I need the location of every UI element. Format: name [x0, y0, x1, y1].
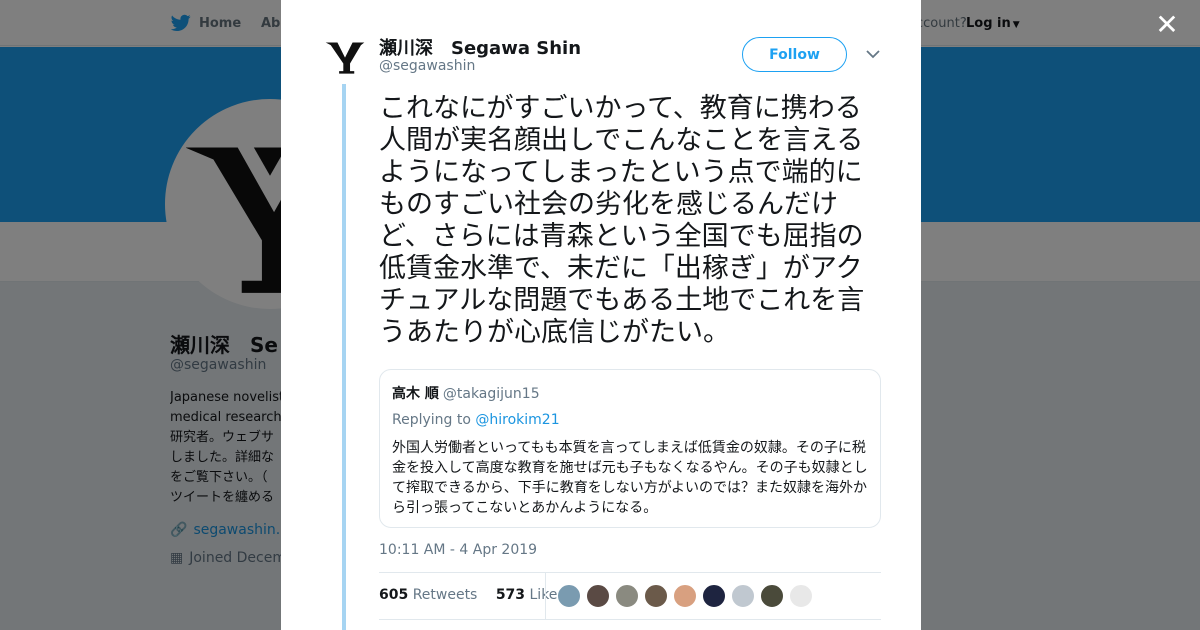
author-handle[interactable]: @segawashin	[379, 58, 475, 74]
replying-to: Replying to @hirokim21	[392, 412, 868, 428]
replying-to-prefix: Replying to	[392, 412, 471, 428]
liker-avatar[interactable]	[789, 584, 813, 608]
author-avatar[interactable]	[324, 35, 366, 77]
divider	[379, 619, 881, 620]
author-name[interactable]: 瀬川深 Segawa Shin	[379, 34, 581, 60]
liker-avatar[interactable]	[673, 584, 697, 608]
tweet-stats: 605 Retweets 573 Likes	[379, 587, 579, 603]
divider	[379, 572, 881, 573]
quoted-author-name: 高木 順	[392, 386, 439, 402]
retweet-label[interactable]: Retweets	[413, 587, 478, 603]
quoted-author-handle: @takagijun15	[442, 386, 540, 402]
divider	[545, 573, 546, 619]
quoted-tweet[interactable]: 高木 順 @takagijun15 Replying to @hirokim21 …	[379, 369, 881, 528]
liker-avatar[interactable]	[760, 584, 784, 608]
like-count[interactable]: 573	[496, 587, 525, 603]
close-icon[interactable]: ✕	[1154, 11, 1180, 39]
liker-avatar[interactable]	[644, 584, 668, 608]
follow-button[interactable]: Follow	[742, 37, 847, 72]
liker-avatar[interactable]	[586, 584, 610, 608]
thread-line	[342, 84, 346, 630]
liker-avatar[interactable]	[557, 584, 581, 608]
tweet-timestamp[interactable]: 10:11 AM - 4 Apr 2019	[379, 542, 537, 558]
chevron-down-icon[interactable]	[865, 48, 881, 60]
replying-to-link[interactable]: @hirokim21	[475, 412, 559, 428]
liker-avatars	[557, 584, 813, 608]
quoted-tweet-text: 外国人労働者といってもも本質を言ってしまえば低賃金の奴隷。その子に税金を投入して…	[392, 440, 868, 516]
tweet-modal: 瀬川深 Segawa Shin @segawashin Follow これなにが…	[281, 0, 921, 630]
liker-avatar[interactable]	[615, 584, 639, 608]
quoted-tweet-header: 高木 順 @takagijun15	[392, 383, 868, 403]
tweet-text: これなにがすごいかって、教育に携わる人間が実名顔出しでこんなことを言えるようにな…	[379, 93, 865, 348]
liker-avatar[interactable]	[702, 584, 726, 608]
liker-avatar[interactable]	[731, 584, 755, 608]
retweet-count[interactable]: 605	[379, 587, 408, 603]
